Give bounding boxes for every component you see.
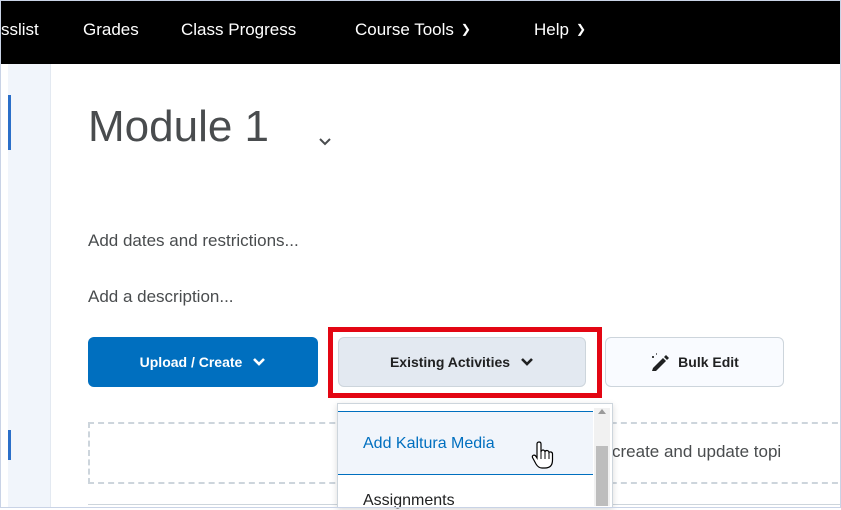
bulk-edit-label: Bulk Edit (678, 354, 739, 370)
menu-item-assignments[interactable]: Assignments (338, 492, 593, 510)
menu-scrollbar[interactable] (594, 408, 610, 506)
scroll-up-arrow-icon[interactable] (598, 409, 606, 414)
page-title: Module 1 (88, 102, 270, 151)
chevron-down-icon: ❯ (575, 22, 587, 36)
left-sidebar (8, 64, 51, 508)
existing-activities-menu: Add Kaltura Media Assignments (337, 403, 613, 510)
chevron-down-icon: ❯ (460, 22, 471, 36)
sidebar-active-marker (8, 430, 11, 460)
bulk-edit-button[interactable]: Bulk Edit (605, 337, 784, 387)
nav-item-grades[interactable]: Grades (83, 20, 139, 40)
dropzone-text: create and update topi (612, 442, 782, 461)
pencil-icon (652, 353, 670, 371)
nav-item-course-tools-label: Course Tools (355, 20, 454, 39)
sidebar-active-marker (8, 95, 11, 150)
nav-item-help[interactable]: Help ❯ (534, 20, 586, 40)
nav-item-class-progress[interactable]: Class Progress (181, 20, 296, 40)
hand-pointer-cursor-icon (531, 441, 554, 469)
add-dates-link[interactable]: Add dates and restrictions... (88, 231, 299, 251)
nav-item-classlist[interactable]: sslist (1, 20, 39, 40)
top-navbar: sslist Grades Class Progress Course Tool… (0, 0, 841, 64)
highlight-box (328, 327, 602, 398)
nav-item-course-tools[interactable]: Course Tools ❯ (355, 20, 471, 40)
nav-item-help-label: Help (534, 20, 569, 39)
upload-create-button[interactable]: Upload / Create (88, 337, 318, 387)
chevron-down-icon (253, 358, 266, 366)
upload-create-label: Upload / Create (139, 354, 243, 370)
add-description-link[interactable]: Add a description... (88, 287, 234, 307)
title-chevron-down-icon[interactable] (318, 137, 332, 147)
scroll-thumb[interactable] (596, 446, 608, 506)
